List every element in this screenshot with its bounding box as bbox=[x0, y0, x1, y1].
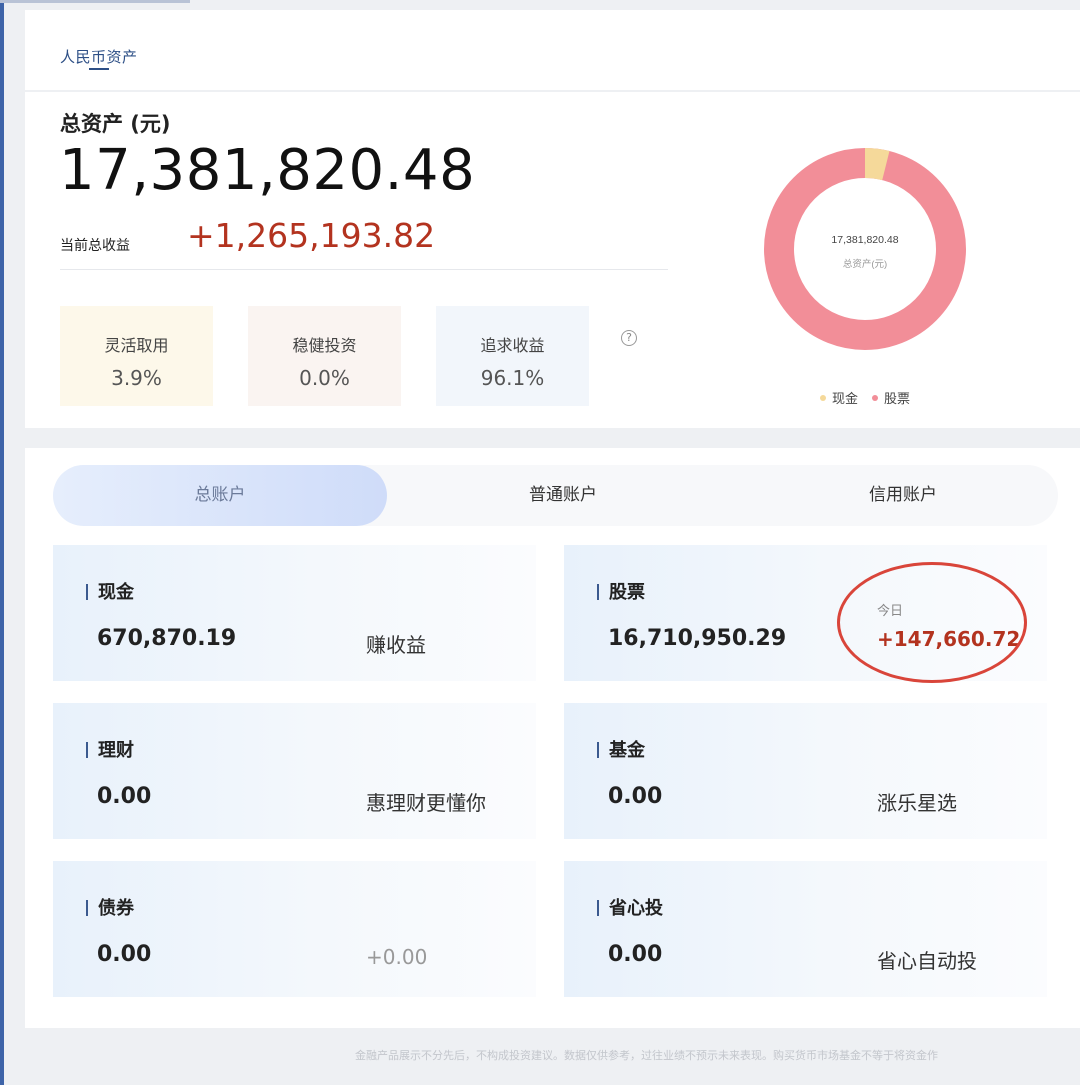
total-profit-value: +1,265,193.82 bbox=[187, 216, 436, 255]
card-marker bbox=[597, 742, 599, 758]
account-value: 0.00 bbox=[97, 784, 152, 809]
card-marker bbox=[86, 584, 88, 600]
ratio-value: 3.9% bbox=[111, 366, 162, 390]
account-card-stock[interactable]: 股票 16,710,950.29 今日 +147,660.72 bbox=[564, 545, 1047, 683]
account-name: 省心投 bbox=[609, 898, 663, 919]
account-promo[interactable]: 赚收益 bbox=[366, 629, 426, 658]
account-name: 基金 bbox=[609, 740, 645, 761]
legend-label-stock: 股票 bbox=[884, 392, 911, 407]
tab-total-account[interactable]: 总账户 bbox=[53, 465, 387, 526]
donut-center-label: 总资产(元) bbox=[843, 258, 887, 270]
account-name: 现金 bbox=[98, 582, 134, 603]
account-name: 理财 bbox=[98, 740, 134, 761]
question-circle-icon[interactable]: ? bbox=[621, 330, 637, 346]
account-promo[interactable]: 惠理财更懂你 bbox=[366, 787, 486, 816]
window-left-edge bbox=[0, 0, 4, 1085]
asset-donut-chart: 17,381,820.48 总资产(元) bbox=[764, 148, 966, 350]
account-card-wealth[interactable]: 理财 0.00 惠理财更懂你 bbox=[53, 703, 536, 839]
account-value: 0.00 bbox=[608, 784, 663, 809]
total-profit-label: 当前总收益 bbox=[60, 238, 130, 254]
account-promo[interactable]: 涨乐星选 bbox=[877, 787, 957, 816]
donut-legend: 现金 股票 bbox=[820, 388, 910, 407]
red-circle-annotation bbox=[837, 562, 1027, 683]
ratio-steady[interactable]: 稳健投资 0.0% bbox=[248, 306, 401, 406]
ratio-flexible[interactable]: 灵活取用 3.9% bbox=[60, 306, 213, 406]
account-card-easy-invest[interactable]: 省心投 0.00 省心自动投 bbox=[564, 861, 1047, 997]
card-marker bbox=[86, 900, 88, 916]
accounts-section: 总账户 普通账户 信用账户 现金 670,870.19 赚收益 股票 16,71… bbox=[25, 448, 1080, 1028]
ratio-label: 追求收益 bbox=[480, 336, 545, 355]
donut-slice-stock bbox=[764, 148, 966, 350]
ratio-value: 0.0% bbox=[299, 366, 350, 390]
tab-normal-account[interactable]: 普通账户 bbox=[413, 465, 713, 526]
account-card-cash[interactable]: 现金 670,870.19 赚收益 bbox=[53, 545, 536, 681]
ratio-value: 96.1% bbox=[480, 366, 545, 390]
card-marker bbox=[86, 742, 88, 758]
account-card-fund[interactable]: 基金 0.00 涨乐星选 bbox=[564, 703, 1047, 839]
ratio-label: 稳健投资 bbox=[292, 336, 357, 355]
account-card-bond[interactable]: 债券 0.00 +0.00 bbox=[53, 861, 536, 997]
footer-disclaimer: 金融产品展示不分先后，不构成投资建议。数据仅供参考，过往业绩不预示未来表现。购买… bbox=[355, 1049, 938, 1062]
divider bbox=[60, 269, 668, 270]
currency-header: 人民币资产 bbox=[25, 10, 1080, 90]
ratio-growth[interactable]: 追求收益 96.1% bbox=[436, 306, 589, 406]
tab-credit-account[interactable]: 信用账户 bbox=[753, 465, 1053, 526]
donut-center-value: 17,381,820.48 bbox=[831, 234, 898, 246]
tab-underline bbox=[89, 68, 109, 70]
top-strip bbox=[0, 0, 190, 3]
account-profit: +0.00 bbox=[366, 945, 428, 969]
total-assets-value: 17,381,820.48 bbox=[59, 138, 476, 203]
legend-dot-stock bbox=[872, 394, 879, 401]
total-assets-title: 总资产 (元) bbox=[60, 112, 171, 136]
tab-rmb-assets[interactable]: 人民币资产 bbox=[60, 46, 138, 67]
card-marker bbox=[597, 900, 599, 916]
account-promo[interactable]: 省心自动投 bbox=[877, 945, 977, 974]
account-value: 16,710,950.29 bbox=[608, 626, 787, 651]
account-name: 股票 bbox=[609, 582, 645, 603]
account-tabs: 总账户 普通账户 信用账户 bbox=[53, 465, 1058, 526]
legend-dot-cash bbox=[820, 394, 826, 401]
asset-summary: 总资产 (元) 17,381,820.48 当前总收益 +1,265,193.8… bbox=[25, 92, 1080, 428]
ratio-label: 灵活取用 bbox=[104, 336, 169, 355]
account-value: 0.00 bbox=[97, 942, 152, 967]
card-marker bbox=[597, 584, 599, 600]
legend-label-cash: 现金 bbox=[832, 392, 859, 407]
account-value: 0.00 bbox=[608, 942, 663, 967]
account-value: 670,870.19 bbox=[97, 626, 237, 651]
account-name: 债券 bbox=[98, 898, 134, 919]
